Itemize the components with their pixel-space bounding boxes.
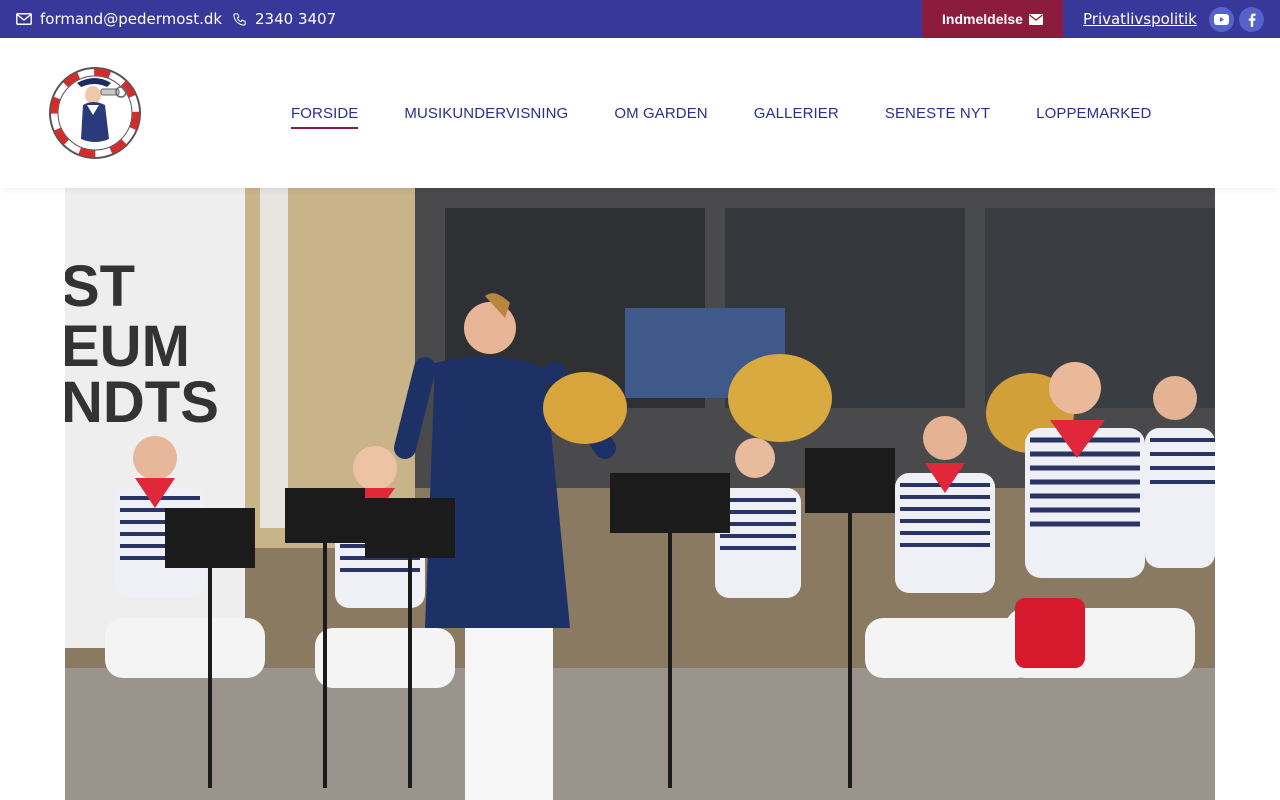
nav-item-loppemarked[interactable]: LOPPEMARKED	[1036, 105, 1151, 122]
contact-email: formand@pedermost.dk	[40, 10, 223, 28]
mail-icon	[16, 13, 32, 25]
site-logo[interactable]	[45, 65, 145, 161]
join-button-label: Indmeldelse	[942, 11, 1023, 27]
life-ring-logo-icon	[49, 67, 141, 159]
nav-item-gallerier[interactable]: GALLERIER	[754, 105, 839, 122]
banner-line-3: NDTS	[65, 370, 219, 435]
contact-phone: 2340 3407	[255, 10, 337, 28]
facebook-icon	[1248, 13, 1256, 27]
main-nav: FORSIDE MUSIKUNDERVISNING OM GARDEN GALL…	[291, 38, 1197, 188]
contact-phone-link[interactable]: 2340 3407	[232, 0, 336, 38]
banner-line-1: ST	[65, 254, 135, 319]
hero-image: ST EUM NDTS	[65, 188, 1215, 800]
site-header: FORSIDE MUSIKUNDERVISNING OM GARDEN GALL…	[0, 38, 1280, 188]
phone-icon	[233, 12, 246, 26]
nav-item-musikundervisning[interactable]: MUSIKUNDERVISNING	[404, 105, 568, 122]
privacy-policy-link[interactable]: Privatlivspolitik	[1083, 0, 1197, 38]
top-bar: formand@pedermost.dk 2340 3407 Indmeldel…	[0, 0, 1280, 38]
youtube-link[interactable]	[1209, 7, 1234, 32]
brass-band-photo: ST EUM NDTS	[65, 188, 1215, 800]
contact-email-link[interactable]: formand@pedermost.dk	[16, 0, 222, 38]
envelope-icon	[1028, 13, 1043, 25]
nav-item-om-garden[interactable]: OM GARDEN	[614, 105, 707, 122]
facebook-link[interactable]	[1239, 7, 1264, 32]
nav-item-seneste-nyt[interactable]: SENESTE NYT	[885, 105, 990, 122]
join-button[interactable]: Indmeldelse	[922, 0, 1063, 38]
nav-item-forside[interactable]: FORSIDE	[291, 105, 359, 129]
youtube-icon	[1214, 14, 1229, 25]
